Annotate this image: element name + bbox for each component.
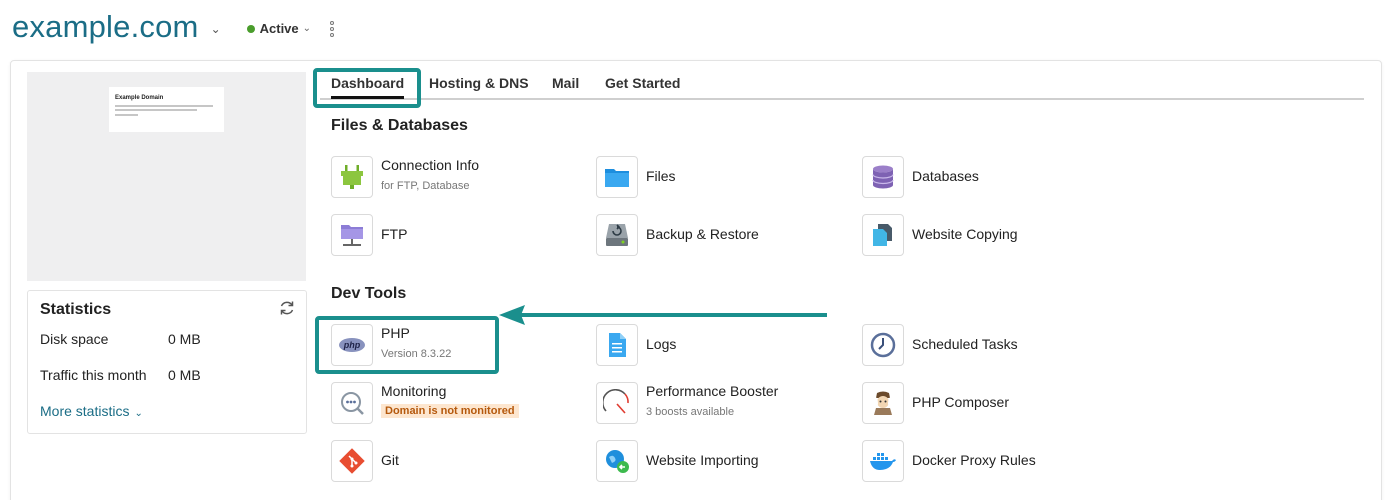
more-statistics-label: More statistics [40, 403, 130, 419]
status-label: Active [259, 21, 299, 36]
domain-title[interactable]: example.com [12, 9, 199, 45]
section-title-files-databases: Files & Databases [331, 117, 468, 134]
tool-website-copying[interactable]: Website Copying [862, 214, 1082, 258]
backup-drive-icon [596, 214, 638, 256]
tool-backup-restore[interactable]: Backup & Restore [596, 214, 816, 258]
dashboard-tab-highlight [313, 68, 421, 108]
tool-monitoring[interactable]: Monitoring Domain is not monitored [331, 382, 551, 426]
database-icon [862, 156, 904, 198]
tool-label: Connection Info [381, 157, 480, 173]
tool-label: Databases [912, 168, 979, 184]
statistics-title: Statistics [40, 301, 112, 318]
tool-connection-info[interactable]: Connection Info for FTP, Database [331, 156, 551, 200]
folder-icon [596, 156, 638, 198]
tool-sublabel: for FTP, Database [381, 180, 470, 192]
more-statistics-link[interactable]: More statistics ⌄ [40, 403, 143, 419]
section-title-dev-tools: Dev Tools [331, 285, 407, 302]
tool-label: Monitoring [381, 383, 447, 399]
chevron-down-icon: ⌄ [134, 408, 143, 419]
domain-header: example.com ⌄ Active ⌄ [12, 4, 335, 50]
tool-php-composer[interactable]: PHP Composer [862, 382, 1082, 426]
composer-icon [862, 382, 904, 424]
plug-icon [331, 156, 373, 198]
globe-import-icon [596, 440, 638, 482]
stat-row-disk-space: Disk space 0 MB [40, 331, 201, 347]
statistics-panel: Statistics Disk space 0 MB Traffic this … [27, 290, 307, 434]
tool-label: Website Importing [646, 452, 759, 468]
tool-label: PHP Composer [912, 394, 1010, 410]
tool-files[interactable]: Files [596, 156, 816, 200]
domain-chevron-down-icon[interactable]: ⌄ [211, 22, 221, 36]
site-preview-thumbnail[interactable]: Example Domain [27, 72, 306, 281]
php-highlight-box [315, 316, 499, 374]
preview-text-line [115, 109, 198, 111]
tool-databases[interactable]: Databases [862, 156, 1082, 200]
preview-text-line [115, 114, 138, 116]
tool-label: Website Copying [912, 226, 1018, 242]
tool-sublabel: 3 boosts available [646, 406, 735, 418]
tool-performance-booster[interactable]: Performance Booster 3 boosts available [596, 382, 816, 426]
tool-label: Files [646, 168, 676, 184]
preview-title: Example Domain [115, 95, 164, 101]
stat-label: Disk space [40, 331, 109, 347]
clock-icon [862, 324, 904, 366]
tool-ftp[interactable]: FTP [331, 214, 551, 258]
status-dot-icon [246, 24, 255, 33]
stat-row-traffic: Traffic this month 0 MB [40, 367, 201, 383]
tool-label: Logs [646, 336, 677, 352]
tool-git[interactable]: Git [331, 440, 551, 484]
tool-docker-proxy-rules[interactable]: Docker Proxy Rules [862, 440, 1082, 484]
tool-label: Git [381, 452, 399, 468]
tool-scheduled-tasks[interactable]: Scheduled Tasks [862, 324, 1082, 368]
tool-logs[interactable]: Logs [596, 324, 816, 368]
tool-label: Performance Booster [646, 383, 779, 399]
tab-bar: Dashboard Hosting & DNS Mail Get Started [320, 70, 1364, 100]
docker-whale-icon [862, 440, 904, 482]
monitoring-warning-badge: Domain is not monitored [381, 404, 519, 418]
tab-mail[interactable]: Mail [552, 75, 579, 91]
document-icon [596, 324, 638, 366]
preview-page: Example Domain [109, 87, 224, 132]
annotation-arrow-icon [499, 305, 827, 325]
stat-label: Traffic this month [40, 367, 147, 383]
stat-value: 0 MB [168, 367, 201, 383]
status-chevron-down-icon: ⌄ [302, 23, 312, 34]
copy-pages-icon [862, 214, 904, 256]
more-actions-icon[interactable] [329, 20, 335, 37]
tool-label: Scheduled Tasks [912, 336, 1018, 352]
tab-get-started[interactable]: Get Started [605, 75, 680, 91]
refresh-icon[interactable] [278, 299, 296, 317]
ftp-folder-icon [331, 214, 373, 256]
preview-text-line [115, 105, 213, 107]
status-dropdown[interactable]: Active ⌄ [246, 21, 312, 36]
stat-value: 0 MB [168, 331, 201, 347]
tool-label: Docker Proxy Rules [912, 452, 1036, 468]
tab-hosting-dns[interactable]: Hosting & DNS [429, 75, 529, 91]
tool-website-importing[interactable]: Website Importing [596, 440, 816, 484]
git-icon [331, 440, 373, 482]
monitoring-icon [331, 382, 373, 424]
tool-label: FTP [381, 226, 408, 242]
speedometer-icon [596, 382, 638, 424]
tool-label: Backup & Restore [646, 226, 759, 242]
